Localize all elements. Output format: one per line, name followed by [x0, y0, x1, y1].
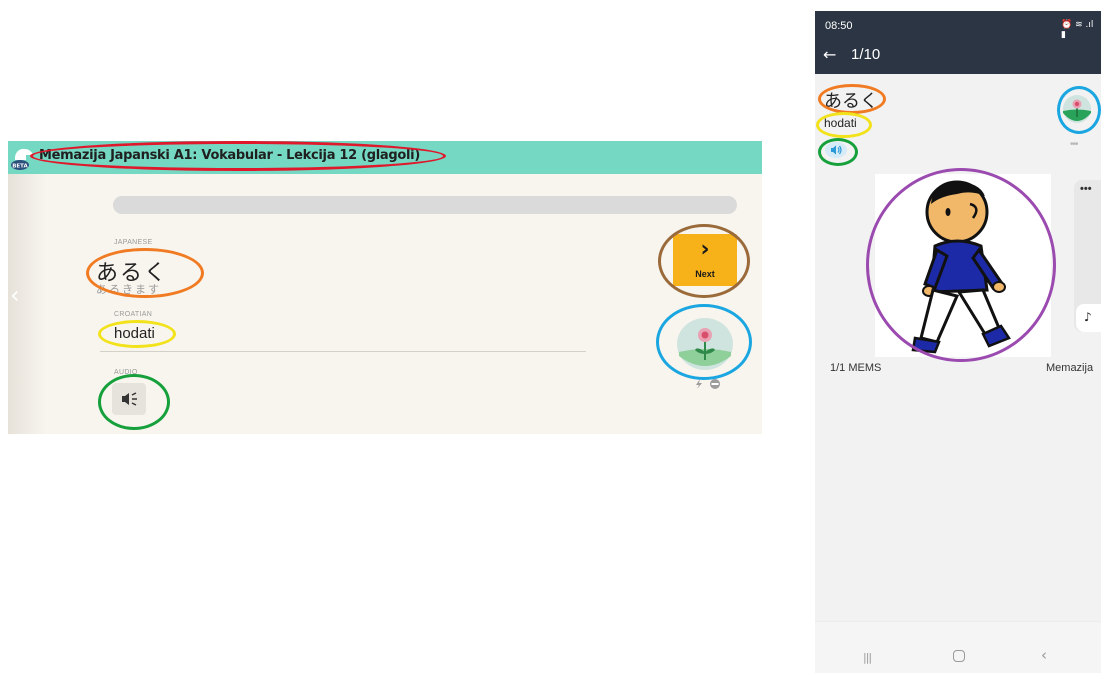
- status-time: 08:50: [825, 20, 853, 32]
- music-note-button[interactable]: ♪: [1076, 304, 1101, 332]
- recent-apps-icon[interactable]: |||: [863, 651, 872, 664]
- annotation-phone-image-oval: [866, 168, 1056, 362]
- brand-name: Memazija: [1046, 362, 1094, 374]
- divider: [100, 351, 586, 352]
- lesson-progress-bar: [113, 196, 737, 214]
- annotation-title-oval: [30, 141, 446, 171]
- annotation-japanese-oval: [86, 248, 204, 298]
- annotation-phone-croatian-oval: [816, 112, 872, 138]
- more-options-icon[interactable]: •••: [1070, 139, 1078, 150]
- mems-count: 1/1 MEMS: [830, 362, 882, 374]
- croatian-label: CROATIAN: [114, 311, 153, 318]
- side-panel-more-icon[interactable]: •••: [1080, 183, 1092, 195]
- beta-badge: BETA: [12, 164, 28, 170]
- annotation-phone-japanese-oval: [818, 84, 886, 114]
- music-note-icon: ♪: [1084, 310, 1092, 324]
- status-icons: ⏰ ≋ .ıl ▮: [1061, 20, 1094, 40]
- back-arrow-icon[interactable]: ←: [823, 45, 836, 64]
- home-icon[interactable]: [953, 650, 965, 662]
- phone-top-bar: [815, 11, 1101, 74]
- previous-arrow-icon[interactable]: ‹: [10, 281, 20, 309]
- nav-back-icon[interactable]: ‹: [1041, 646, 1047, 664]
- annotation-croatian-oval: [98, 320, 176, 348]
- mem-actions-icon[interactable]: [690, 378, 730, 390]
- annotation-phone-audio-oval: [818, 138, 858, 166]
- annotation-next-oval: [658, 224, 750, 298]
- annotation-mem-oval: [656, 304, 752, 380]
- progress-counter: 1/10: [851, 46, 881, 63]
- annotation-audio-oval: [98, 374, 170, 430]
- annotation-phone-mem-oval: [1057, 86, 1101, 134]
- japanese-label: JAPANESE: [114, 239, 153, 246]
- android-nav-bar: [815, 621, 1101, 673]
